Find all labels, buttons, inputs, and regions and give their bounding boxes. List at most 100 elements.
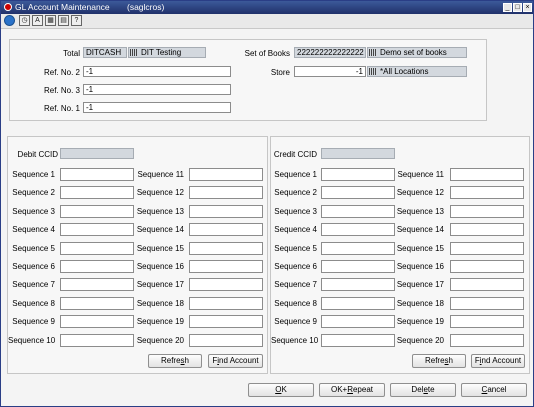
credit-sequence-label: Sequence 12 [396, 188, 444, 197]
debit-sequence-label: Sequence 9 [12, 317, 55, 326]
debit-sequence-input[interactable] [60, 278, 134, 291]
total-label: Total [63, 49, 80, 58]
debit-sequence-input[interactable] [60, 334, 134, 347]
debit-refresh-label-a: Refre [160, 356, 181, 365]
set-of-books-label: Set of Books [244, 49, 290, 58]
credit-sequence-input[interactable] [321, 278, 395, 291]
debit-sequence-input[interactable] [60, 223, 134, 236]
spellcheck-icon[interactable]: A [32, 15, 43, 26]
debit-find-account-button[interactable]: Find Account [208, 354, 263, 368]
clock-icon[interactable]: ◷ [19, 15, 30, 26]
set-of-books-field[interactable]: 222222222222222 [294, 47, 366, 58]
credit-sequence-input[interactable] [321, 242, 395, 255]
gl-account-maintenance-window: GL Account Maintenance (saglcros) _ □ × … [0, 0, 534, 407]
debit-sequence-input[interactable] [189, 205, 263, 218]
debit-sequence-input[interactable] [60, 168, 134, 181]
credit-ccid-label: Credit CCID [273, 150, 317, 159]
credit-sequence-input[interactable] [450, 223, 524, 236]
debit-sequence-input[interactable] [60, 260, 134, 273]
credit-sequence-input[interactable] [321, 315, 395, 328]
debit-sequence-input[interactable] [60, 205, 134, 218]
close-icon[interactable]: × [523, 3, 532, 12]
credit-sequence-input[interactable] [321, 334, 395, 347]
credit-refresh-label-b: h [448, 356, 453, 365]
credit-ccid-field[interactable] [321, 148, 395, 159]
debit-ccid-field[interactable] [60, 148, 134, 159]
credit-sequence-input[interactable] [321, 260, 395, 273]
debit-sequence-input[interactable] [189, 223, 263, 236]
world-icon[interactable] [4, 15, 15, 26]
window-subtitle: (saglcros) [127, 2, 165, 12]
debit-sequence-label: Sequence 20 [136, 336, 184, 345]
store-input[interactable]: -1 [294, 66, 366, 77]
credit-sequence-input[interactable] [450, 242, 524, 255]
credit-sequence-label: Sequence 11 [397, 170, 444, 179]
credit-sequence-label: Sequence 9 [274, 317, 317, 326]
maximize-icon[interactable]: □ [513, 3, 522, 12]
cancel-button[interactable]: Cancel [461, 383, 527, 397]
credit-refresh-button[interactable]: Refresh [412, 354, 466, 368]
credit-sequence-input[interactable] [450, 186, 524, 199]
debit-sequence-input[interactable] [60, 242, 134, 255]
ok-repeat-label-a: OK+ [330, 385, 348, 394]
credit-sequence-input[interactable] [321, 168, 395, 181]
store-description[interactable]: *All Locations [367, 66, 467, 77]
ok-repeat-button[interactable]: OK+Repeat [319, 383, 385, 397]
debit-refresh-button[interactable]: Refresh [148, 354, 202, 368]
debit-sequence-label: Sequence 7 [12, 280, 55, 289]
credit-sequence-label: Sequence 18 [396, 299, 444, 308]
credit-sequence-input[interactable] [321, 223, 395, 236]
debit-sequence-input[interactable] [60, 297, 134, 310]
credit-sequence-input[interactable] [321, 297, 395, 310]
set-of-books-description[interactable]: Demo set of books [367, 47, 467, 58]
credit-sequence-input[interactable] [450, 205, 524, 218]
debit-sequence-input[interactable] [189, 260, 263, 273]
debit-sequence-label: Sequence 8 [12, 299, 55, 308]
credit-sequence-input[interactable] [450, 260, 524, 273]
credit-sequence-input[interactable] [321, 205, 395, 218]
debit-ccid-label: Debit CCID [17, 150, 58, 159]
calendar-icon[interactable]: ▦ [45, 15, 56, 26]
help-icon[interactable]: ? [71, 15, 82, 26]
debit-sequence-input[interactable] [60, 186, 134, 199]
debit-sequence-label: Sequence 19 [136, 317, 184, 326]
debit-sequence-input[interactable] [60, 315, 134, 328]
minimize-icon[interactable]: _ [503, 3, 512, 12]
credit-sequence-input[interactable] [450, 334, 524, 347]
debit-sequence-label: Sequence 17 [136, 280, 184, 289]
debit-sequence-label: Sequence 1 [12, 170, 55, 179]
credit-find-account-button[interactable]: Find Account [471, 354, 525, 368]
note-icon[interactable]: ▤ [58, 15, 69, 26]
store-description-text: *All Locations [380, 67, 429, 76]
credit-sequence-label: Sequence 15 [396, 244, 444, 253]
debit-sequence-input[interactable] [189, 315, 263, 328]
debit-sequence-label: Sequence 6 [12, 262, 55, 271]
debit-sequence-input[interactable] [189, 278, 263, 291]
credit-sequence-input[interactable] [321, 186, 395, 199]
credit-sequence-input[interactable] [450, 278, 524, 291]
total-description[interactable]: DIT Testing [128, 47, 206, 58]
total-field[interactable]: DITCASH [83, 47, 127, 58]
debit-sequence-input[interactable] [189, 186, 263, 199]
credit-sequence-input[interactable] [450, 315, 524, 328]
ref-no-1-input[interactable]: -1 [83, 102, 231, 113]
debit-sequence-label: Sequence 10 [8, 336, 56, 345]
debit-sequence-input[interactable] [189, 242, 263, 255]
ref-no-3-input[interactable]: -1 [83, 84, 231, 95]
debit-sequence-input[interactable] [189, 168, 263, 181]
debit-sequence-label: Sequence 18 [136, 299, 184, 308]
credit-refresh-label-a: Refre [424, 356, 445, 365]
credit-sequence-label: Sequence 19 [396, 317, 444, 326]
credit-sequence-label: Sequence 10 [271, 336, 319, 345]
credit-sequence-label: Sequence 2 [274, 188, 317, 197]
debit-sequence-input[interactable] [189, 297, 263, 310]
ok-button[interactable]: OK [248, 383, 314, 397]
set-of-books-description-text: Demo set of books [380, 48, 447, 57]
debit-sequence-input[interactable] [189, 334, 263, 347]
title-bar[interactable]: GL Account Maintenance (saglcros) _ □ × [1, 1, 533, 14]
credit-sequence-input[interactable] [450, 168, 524, 181]
ref-no-2-input[interactable]: -1 [83, 66, 231, 77]
credit-sequence-label: Sequence 3 [274, 207, 317, 216]
delete-button[interactable]: Delete [390, 383, 456, 397]
credit-sequence-input[interactable] [450, 297, 524, 310]
